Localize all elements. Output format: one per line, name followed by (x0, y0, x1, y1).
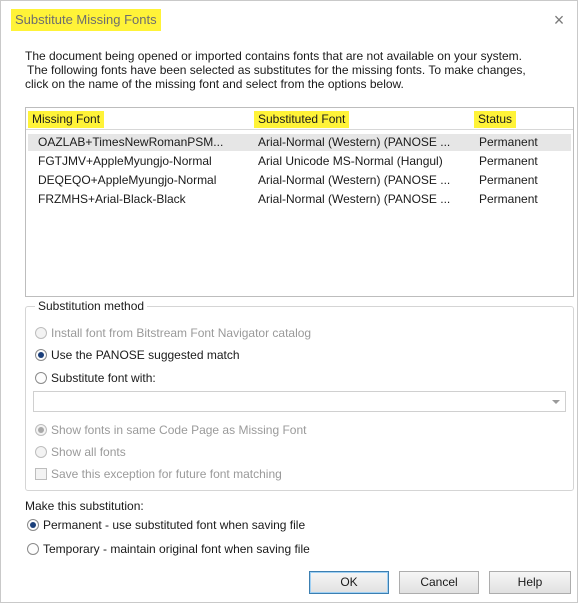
save-exception-checkbox[interactable] (35, 468, 47, 480)
description-line-3: click on the name of the missing font an… (25, 77, 404, 91)
missing-font-cell[interactable]: FGTJMV+AppleMyungjo-Normal (38, 153, 212, 170)
close-icon[interactable]: × (549, 11, 569, 31)
missing-font-cell[interactable]: OAZLAB+TimesNewRomanPSM... (38, 134, 223, 151)
table-row[interactable]: FGTJMV+AppleMyungjo-Normal Arial Unicode… (28, 153, 571, 170)
dialog-title: Substitute Missing Fonts (11, 9, 161, 31)
substituted-font-cell: Arial Unicode MS-Normal (Hangul) (258, 154, 443, 168)
show-same-code-page-radio[interactable] (35, 424, 47, 436)
install-font-label: Install font from Bitstream Font Navigat… (51, 326, 312, 340)
cancel-button[interactable]: Cancel (399, 571, 479, 594)
table-row[interactable]: FRZMHS+Arial-Black-Black Arial-Normal (W… (28, 191, 571, 208)
substituted-font-cell: Arial-Normal (Western) (PANOSE ... (258, 135, 451, 149)
chevron-down-icon[interactable] (552, 400, 560, 404)
save-exception-label: Save this exception for future font matc… (51, 467, 282, 481)
column-header-substituted-font[interactable]: Substituted Font (254, 111, 350, 128)
table-row[interactable]: OAZLAB+TimesNewRomanPSM... Arial-Normal … (28, 134, 571, 151)
column-header-missing-font[interactable]: Missing Font (28, 111, 105, 128)
substitute-font-select[interactable] (33, 391, 566, 412)
table-row[interactable]: DEQEQO+AppleMyungjo-Normal Arial-Normal … (28, 172, 571, 189)
description-text: The document being opened or imported co… (25, 49, 575, 91)
substituted-font-cell: Arial-Normal (Western) (PANOSE ... (258, 192, 451, 206)
status-cell: Permanent (479, 173, 538, 187)
install-font-radio[interactable] (35, 327, 47, 339)
show-all-fonts-radio[interactable] (35, 446, 47, 458)
font-substitution-table: Missing Font Substituted Font Status OAZ… (25, 107, 574, 297)
make-substitution-label: Make this substitution: (25, 499, 144, 513)
status-cell: Permanent (479, 192, 538, 206)
permanent-label: Permanent - use substituted font when sa… (43, 518, 306, 532)
show-same-code-page-label: Show fonts in same Code Page as Missing … (51, 423, 307, 437)
temporary-radio[interactable] (27, 543, 39, 555)
ok-button[interactable]: OK (309, 571, 389, 594)
status-cell: Permanent (479, 135, 538, 149)
substituted-font-cell: Arial-Normal (Western) (PANOSE ... (258, 173, 451, 187)
substitute-font-with-label: Substitute font with: (51, 371, 156, 385)
help-button[interactable]: Help (489, 571, 571, 594)
substitute-missing-fonts-dialog: Substitute Missing Fonts × The document … (0, 0, 578, 603)
description-line-2: The following fonts have been selected a… (27, 63, 526, 77)
missing-font-cell[interactable]: DEQEQO+AppleMyungjo-Normal (38, 172, 216, 189)
description-line-1: The document being opened or imported co… (25, 49, 522, 63)
substitute-font-with-radio[interactable] (35, 372, 47, 384)
substitution-method-legend: Substitution method (35, 299, 148, 313)
permanent-radio[interactable] (27, 519, 39, 531)
missing-font-cell[interactable]: FRZMHS+Arial-Black-Black (38, 191, 186, 208)
column-header-status[interactable]: Status (474, 111, 517, 128)
status-cell: Permanent (479, 154, 538, 168)
use-panose-label: Use the PANOSE suggested match (51, 348, 240, 362)
show-all-fonts-label: Show all fonts (51, 445, 126, 459)
temporary-label: Temporary - maintain original font when … (43, 542, 310, 556)
table-header: Missing Font Substituted Font Status (26, 108, 573, 130)
use-panose-radio[interactable] (35, 349, 47, 361)
